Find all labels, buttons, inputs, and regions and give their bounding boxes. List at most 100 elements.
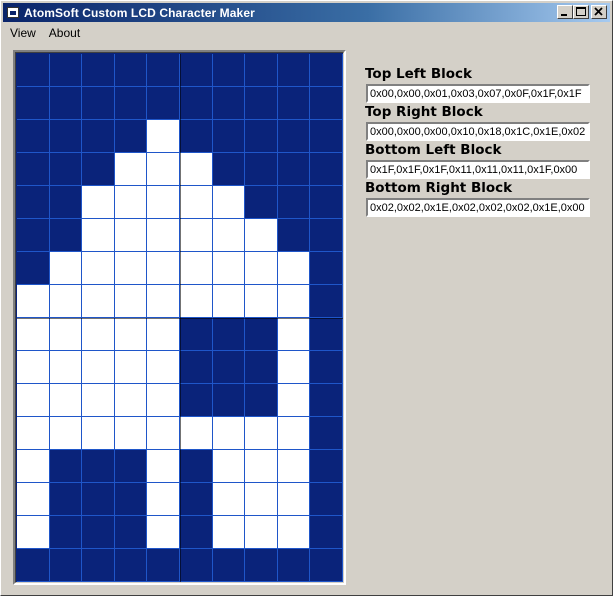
lcd-pixel[interactable] <box>179 483 213 516</box>
lcd-pixel[interactable] <box>49 219 83 252</box>
lcd-pixel[interactable] <box>17 549 50 582</box>
lcd-pixel[interactable] <box>179 252 213 285</box>
lcd-pixel[interactable] <box>114 450 148 483</box>
lcd-pixel[interactable] <box>147 318 180 351</box>
lcd-pixel[interactable] <box>49 285 83 318</box>
lcd-pixel[interactable] <box>82 483 115 516</box>
lcd-pixel[interactable] <box>49 318 83 351</box>
lcd-pixel[interactable] <box>17 186 50 219</box>
lcd-pixel[interactable] <box>17 285 50 318</box>
lcd-pixel[interactable] <box>147 384 180 417</box>
lcd-pixel[interactable] <box>147 219 180 252</box>
lcd-pixel[interactable] <box>82 384 115 417</box>
lcd-pixel[interactable] <box>277 120 311 153</box>
lcd-pixel[interactable] <box>245 252 278 285</box>
lcd-pixel[interactable] <box>82 219 115 252</box>
bottom-right-hex-field[interactable]: 0x02,0x02,0x1E,0x02,0x02,0x02,0x1E,0x00 <box>366 198 590 217</box>
lcd-pixel[interactable] <box>310 318 343 351</box>
lcd-pixel[interactable] <box>212 120 246 153</box>
bottom-left-hex-field[interactable]: 0x1F,0x1F,0x1F,0x11,0x11,0x11,0x1F,0x00 <box>366 160 590 179</box>
lcd-pixel[interactable] <box>245 219 278 252</box>
lcd-pixel[interactable] <box>310 285 343 318</box>
lcd-pixel[interactable] <box>179 87 213 120</box>
menu-about[interactable]: About <box>42 26 86 40</box>
lcd-pixel[interactable] <box>82 318 115 351</box>
lcd-pixel[interactable] <box>212 417 246 450</box>
lcd-pixel[interactable] <box>82 54 115 87</box>
lcd-pixel[interactable] <box>49 252 83 285</box>
lcd-pixel[interactable] <box>277 252 311 285</box>
lcd-pixel[interactable] <box>245 285 278 318</box>
lcd-pixel[interactable] <box>82 417 115 450</box>
lcd-pixel[interactable] <box>245 186 278 219</box>
lcd-pixel[interactable] <box>17 516 50 549</box>
lcd-pixel[interactable] <box>17 153 50 186</box>
lcd-pixel[interactable] <box>114 87 148 120</box>
lcd-pixel[interactable] <box>147 450 180 483</box>
lcd-pixel[interactable] <box>114 252 148 285</box>
lcd-pixel[interactable] <box>49 54 83 87</box>
lcd-pixel[interactable] <box>310 153 343 186</box>
top-left-hex-field[interactable]: 0x00,0x00,0x01,0x03,0x07,0x0F,0x1F,0x1F <box>366 84 590 103</box>
lcd-pixel[interactable] <box>147 483 180 516</box>
lcd-pixel[interactable] <box>277 483 311 516</box>
lcd-pixel[interactable] <box>179 120 213 153</box>
lcd-pixel[interactable] <box>277 384 311 417</box>
lcd-pixel[interactable] <box>82 153 115 186</box>
lcd-pixel[interactable] <box>212 549 246 582</box>
lcd-pixel[interactable] <box>277 153 311 186</box>
lcd-pixel[interactable] <box>245 120 278 153</box>
lcd-pixel[interactable] <box>277 54 311 87</box>
lcd-pixel[interactable] <box>212 483 246 516</box>
lcd-pixel[interactable] <box>212 384 246 417</box>
lcd-pixel[interactable] <box>82 120 115 153</box>
lcd-pixel[interactable] <box>212 285 246 318</box>
lcd-pixel[interactable] <box>82 516 115 549</box>
minimize-button[interactable] <box>557 5 573 19</box>
lcd-pixel[interactable] <box>310 252 343 285</box>
lcd-pixel[interactable] <box>310 450 343 483</box>
lcd-pixel[interactable] <box>147 549 180 582</box>
lcd-pixel[interactable] <box>245 450 278 483</box>
lcd-pixel[interactable] <box>310 219 343 252</box>
lcd-pixel[interactable] <box>179 186 213 219</box>
lcd-pixel[interactable] <box>212 54 246 87</box>
lcd-pixel[interactable] <box>179 285 213 318</box>
menu-view[interactable]: View <box>3 26 42 40</box>
lcd-pixel[interactable] <box>212 186 246 219</box>
lcd-pixel[interactable] <box>310 351 343 384</box>
lcd-pixel[interactable] <box>114 186 148 219</box>
lcd-pixel[interactable] <box>179 54 213 87</box>
lcd-pixel[interactable] <box>147 153 180 186</box>
lcd-pixel[interactable] <box>277 516 311 549</box>
lcd-pixel[interactable] <box>17 252 50 285</box>
lcd-pixel[interactable] <box>49 186 83 219</box>
lcd-pixel[interactable] <box>82 285 115 318</box>
lcd-pixel[interactable] <box>179 450 213 483</box>
lcd-pixel[interactable] <box>17 351 50 384</box>
lcd-pixel[interactable] <box>179 153 213 186</box>
lcd-pixel[interactable] <box>147 417 180 450</box>
lcd-pixel[interactable] <box>49 120 83 153</box>
lcd-pixel[interactable] <box>114 54 148 87</box>
lcd-pixel[interactable] <box>114 351 148 384</box>
lcd-pixel[interactable] <box>114 219 148 252</box>
lcd-pixel[interactable] <box>82 351 115 384</box>
lcd-pixel[interactable] <box>212 252 246 285</box>
lcd-pixel[interactable] <box>82 450 115 483</box>
lcd-pixel[interactable] <box>147 351 180 384</box>
lcd-pixel[interactable] <box>49 351 83 384</box>
lcd-pixel[interactable] <box>212 318 246 351</box>
lcd-pixel[interactable] <box>245 87 278 120</box>
lcd-pixel[interactable] <box>49 450 83 483</box>
lcd-pixel[interactable] <box>49 384 83 417</box>
lcd-pixel[interactable] <box>49 153 83 186</box>
lcd-pixel[interactable] <box>179 516 213 549</box>
close-button[interactable] <box>591 5 607 19</box>
lcd-pixel[interactable] <box>82 186 115 219</box>
lcd-pixel[interactable] <box>114 318 148 351</box>
lcd-pixel[interactable] <box>179 351 213 384</box>
top-right-hex-field[interactable]: 0x00,0x00,0x00,0x10,0x18,0x1C,0x1E,0x02 <box>366 122 590 141</box>
lcd-pixel[interactable] <box>82 549 115 582</box>
lcd-pixel[interactable] <box>310 186 343 219</box>
